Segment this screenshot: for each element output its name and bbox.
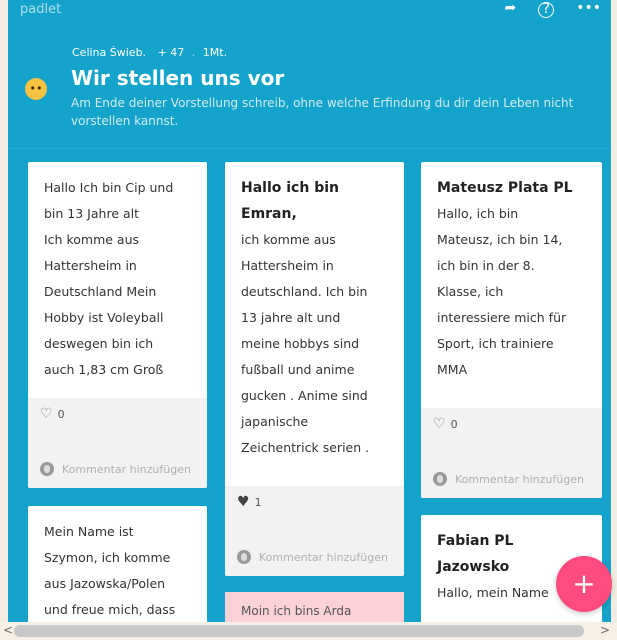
post-line: Hallo, ich bin [437,206,519,221]
board-meta: Celina Świeb. + 47 . 1Mt. [72,46,227,59]
post-body: Hallo Ich bin Cip und bin 13 Jahre alt I… [28,162,207,391]
heart-icon: ♡ [40,406,53,422]
like-button[interactable]: ♥ 1 [237,494,392,510]
post-footer: ♡ 0 Kommentar hinzufügen [28,398,207,488]
post-line: gucken . Anime sind [241,388,368,403]
like-count: 1 [254,495,262,509]
heart-filled-icon: ♥ [237,494,250,510]
post-line: ich komme aus [241,232,336,247]
post-card-cip[interactable]: Hallo Ich bin Cip und bin 13 Jahre alt I… [28,162,207,488]
post-line: Deutschland Mein [44,284,157,299]
post-body: Mein Name ist Szymon, ich komme aus Jazo… [28,506,207,622]
like-button[interactable]: ♡ 0 [433,416,590,432]
padlet-board: padlet ➦ ? ••• Celina Świeb. + 47 . 1Mt.… [8,0,611,622]
page-description: Am Ende deiner Vorstellung schreib, ohne… [71,96,574,128]
add-comment-field[interactable]: Kommentar hinzufügen [237,550,388,564]
nerd-face-icon: •• [25,78,47,100]
heart-icon: ♡ [433,416,446,432]
post-line: Ich komme aus [44,232,140,247]
post-card-emran[interactable]: Hallo ich bin Emran, ich komme aus Hatte… [225,162,404,576]
post-title: Mateusz Plata PL [437,180,573,196]
post-line: Hattersheim in [241,258,334,273]
post-body: Hallo ich bin Emran, ich komme aus Hatte… [225,162,404,469]
comment-placeholder: Kommentar hinzufügen [62,462,191,476]
horizontal-scrollbar[interactable]: < > [0,622,617,640]
add-comment-field[interactable]: Kommentar hinzufügen [40,462,191,476]
board-header: Celina Świeb. + 47 . 1Mt. •• Wir stellen… [8,30,611,150]
post-line: auch 1,83 cm Groß [44,362,164,377]
post-line: Hallo Ich bin Cip und [44,180,174,195]
user-avatar-icon [40,462,54,476]
scrollbar-thumb[interactable] [14,625,584,637]
post-line: Moin ich bins Arda [241,604,352,618]
post-line: Hobby ist Voleyball [44,310,164,325]
post-line: und freue mich, dass [44,602,176,617]
like-count: 0 [57,407,65,421]
author-name[interactable]: Celina Świeb. [72,46,146,59]
post-card-szymon[interactable]: Mein Name ist Szymon, ich komme aus Jazo… [28,506,207,622]
board-age: 1Mt. [202,46,228,59]
post-line: japanische [241,414,309,429]
post-line: ich bin in der 8. [437,258,535,273]
post-title: Emran, [241,206,297,222]
post-body: Mateusz Plata PL Hallo, ich bin Mateusz,… [421,162,602,391]
top-bar: padlet ➦ ? ••• [8,0,611,30]
follower-count: + 47 [157,46,185,59]
post-line: 13 jahre alt und [241,310,341,325]
post-title: Hallo ich bin [241,180,339,196]
user-avatar-icon [433,472,447,486]
like-count: 0 [450,417,458,431]
page-title: Wir stellen uns vor [71,66,285,90]
post-line: Mateusz, ich bin 14, [437,232,563,247]
post-title: Fabian PL [437,533,514,549]
post-card-mateusz[interactable]: Mateusz Plata PL Hallo, ich bin Mateusz,… [421,162,602,498]
comment-placeholder: Kommentar hinzufügen [259,550,388,564]
post-line: Sport, ich trainiere [437,336,554,351]
post-line: bin 13 Jahre alt [44,206,140,221]
meta-separator: . [191,46,196,59]
post-footer: ♥ 1 Kommentar hinzufügen [225,486,404,576]
post-line: aus Jazowska/Polen [44,576,166,591]
comment-placeholder: Kommentar hinzufügen [455,472,584,486]
post-line: meine hobbys sind [241,336,360,351]
share-icon[interactable]: ➦ [504,0,516,18]
post-footer: ♡ 0 Kommentar hinzufügen [421,408,602,498]
post-line: Hattersheim in [44,258,137,273]
help-icon[interactable]: ? [538,2,555,18]
header-divider [8,148,611,149]
post-line: Szymon, ich komme [44,550,171,565]
post-line: deutschland. Ich bin [241,284,368,299]
more-options-icon[interactable]: ••• [576,0,601,18]
post-line: Klasse, ich [437,284,504,299]
post-line: interessiere mich für [437,310,567,325]
post-line: Zeichentrick serien . [241,440,370,455]
top-actions: ➦ ? ••• [504,0,601,18]
like-button[interactable]: ♡ 0 [40,406,195,422]
post-line: MMA [437,362,468,377]
post-card-arda[interactable]: Moin ich bins Arda [225,592,404,622]
post-line: fußball und anime [241,362,355,377]
post-line: deswegen bin ich [44,336,154,351]
post-line: Mein Name ist [44,524,134,539]
brand-logo[interactable]: padlet [20,2,61,17]
user-avatar-icon [237,550,251,564]
add-post-button[interactable]: + [556,556,612,612]
scroll-left-icon[interactable]: < [3,623,13,637]
scroll-right-icon[interactable]: > [600,623,610,637]
add-comment-field[interactable]: Kommentar hinzufügen [433,472,584,486]
